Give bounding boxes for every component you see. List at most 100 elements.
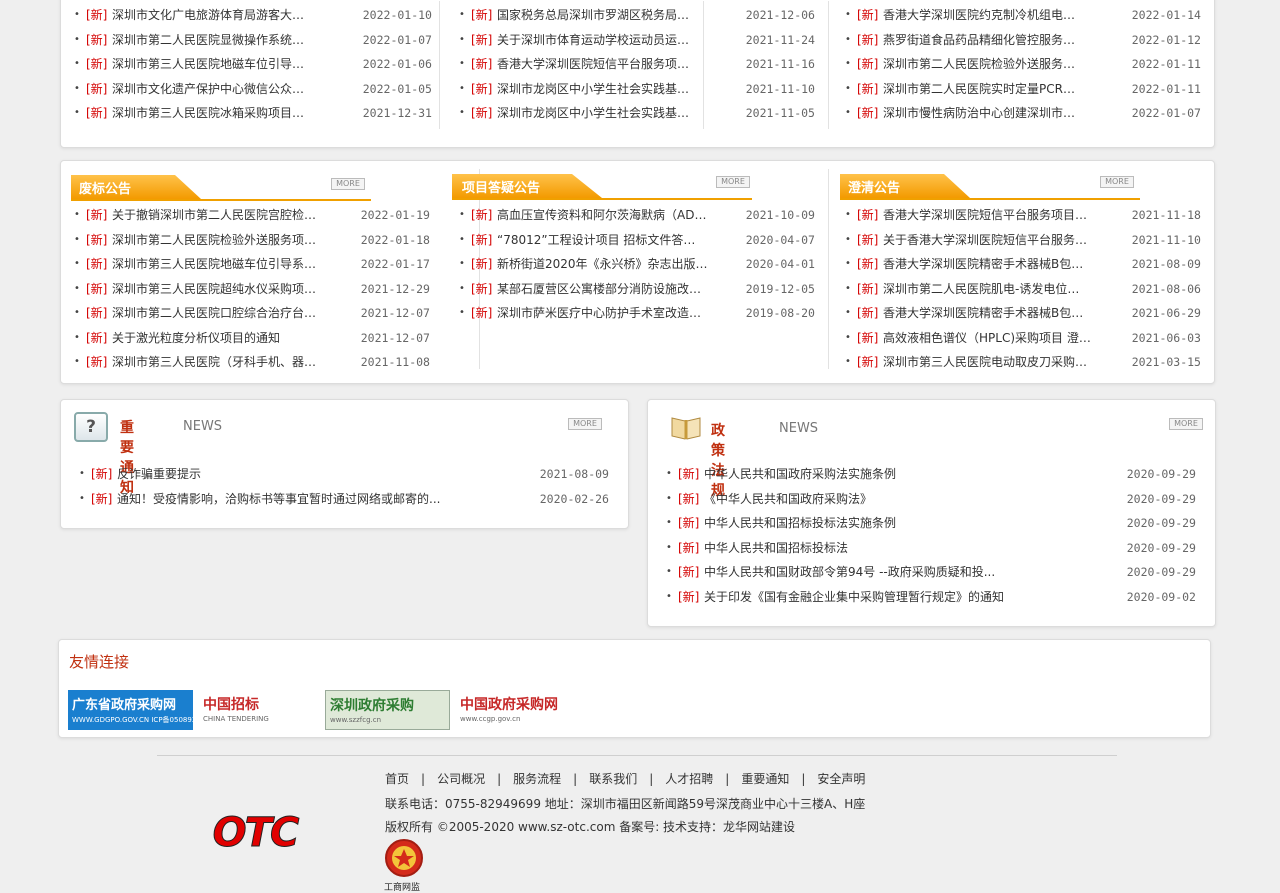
news-title-link[interactable]: 关于撤销深圳市第二人民医院宫腔检…	[112, 203, 316, 228]
list-item[interactable]: • [新] 中华人民共和国招标投标法实施条例 2020-09-29	[666, 511, 1196, 536]
list-item[interactable]: • [新] 深圳市龙岗区中小学生社会实践基… 2021-11-05	[459, 101, 815, 126]
list-item[interactable]: • [新] 深圳市第二人民医院显微操作系统… 2022-01-07	[74, 28, 432, 53]
list-item[interactable]: • [新] 高血压宣传资料和阿尔茨海默病（AD… 2021-10-09	[459, 203, 815, 228]
list-item[interactable]: • [新] 深圳市第二人民医院实时定量PCR… 2022-01-11	[845, 77, 1201, 102]
news-title-link[interactable]: 深圳市文化广电旅游体育局游客大…	[112, 3, 304, 28]
list-item[interactable]: • [新] 香港大学深圳医院约克制冷机组电… 2022-01-14	[845, 3, 1201, 28]
footer-link[interactable]: 人才招聘	[665, 772, 713, 786]
list-item[interactable]: • [新] 国家税务总局深圳市罗湖区税务局… 2021-12-06	[459, 3, 815, 28]
news-title-link[interactable]: 高血压宣传资料和阿尔茨海默病（AD…	[497, 203, 706, 228]
list-item[interactable]: • [新] 香港大学深圳医院短信平台服务项目… 2021-11-18	[845, 203, 1201, 228]
friend-logo-link[interactable]: 中国政府采购网 www.ccgp.gov.cn	[456, 690, 581, 730]
news-title-link[interactable]: 关于激光粒度分析仪项目的通知	[112, 326, 280, 351]
tab-qa-announcement[interactable]: 项目答疑公告	[452, 174, 752, 200]
list-item[interactable]: • [新] 深圳市第三人民医院地磁车位引导系… 2022-01-17	[74, 252, 430, 277]
tab-clarification[interactable]: 澄清公告	[840, 174, 1140, 200]
footer-link[interactable]: 重要通知	[741, 772, 789, 786]
news-title-link[interactable]: 深圳市第二人民医院实时定量PCR…	[883, 77, 1075, 102]
news-title-link[interactable]: 深圳市文化遗产保护中心微信公众…	[112, 77, 304, 102]
list-item[interactable]: • [新] 某部石厦营区公寓楼部分消防设施改… 2019-12-05	[459, 277, 815, 302]
list-item[interactable]: • [新] 中华人民共和国财政部令第94号 --政府采购质疑和投... 2020-09…	[666, 560, 1196, 585]
more-button[interactable]: MORE	[716, 176, 750, 188]
list-item[interactable]: • [新] 深圳市慢性病防治中心创建深圳市… 2022-01-07	[845, 101, 1201, 126]
news-title-link[interactable]: 某部石厦营区公寓楼部分消防设施改…	[497, 277, 701, 302]
news-title-link[interactable]: 香港大学深圳医院约克制冷机组电…	[883, 3, 1075, 28]
list-item[interactable]: • [新] 通知！受疫情影响，洽购标书等事宜暂时通过网络或邮寄的... 2020-02…	[79, 487, 609, 512]
news-title-link[interactable]: 关于香港大学深圳医院短信平台服务…	[883, 228, 1087, 253]
footer-link[interactable]: 安全声明	[817, 772, 865, 786]
news-title-link[interactable]: 深圳市第三人民医院电动取皮刀采购…	[883, 350, 1087, 375]
footer-link[interactable]: 公司概况	[437, 772, 485, 786]
news-title-link[interactable]: 高效液相色谱仪（HPLC)采购项目 澄…	[883, 326, 1091, 351]
list-item[interactable]: • [新] 关于香港大学深圳医院短信平台服务… 2021-11-10	[845, 228, 1201, 253]
list-item[interactable]: • [新] 《中华人民共和国政府采购法》 2020-09-29	[666, 487, 1196, 512]
friend-logo-link[interactable]: 中国招标 CHINA TENDERING	[199, 690, 319, 730]
news-title-link[interactable]: 深圳市第二人民医院显微操作系统…	[112, 28, 304, 53]
news-title-link[interactable]: 深圳市第二人民医院肌电-诱发电位…	[883, 277, 1079, 302]
news-title-link[interactable]: 中华人民共和国政府采购法实施条例	[704, 462, 896, 487]
business-license-badge[interactable]: 工商网监	[382, 838, 426, 893]
news-title-link[interactable]: 反诈骗重要提示	[117, 462, 201, 487]
list-item[interactable]: • [新] 关于激光粒度分析仪项目的通知 2021-12-07	[74, 326, 430, 351]
list-item[interactable]: • [新] 深圳市萨米医疗中心防护手术室改造… 2019-08-20	[459, 301, 815, 326]
list-item[interactable]: • [新] 香港大学深圳医院短信平台服务项… 2021-11-16	[459, 52, 815, 77]
news-title-link[interactable]: 深圳市慢性病防治中心创建深圳市…	[883, 101, 1075, 126]
footer-link[interactable]: 首页	[385, 772, 409, 786]
news-title-link[interactable]: 深圳市第三人民医院冰箱采购项目…	[112, 101, 304, 126]
list-item[interactable]: • [新] 关于撤销深圳市第二人民医院宫腔检… 2022-01-19	[74, 203, 430, 228]
list-item[interactable]: • [新] 深圳市第三人民医院超纯水仪采购项… 2021-12-29	[74, 277, 430, 302]
news-title-link[interactable]: 深圳市龙岗区中小学生社会实践基…	[497, 101, 689, 126]
list-item[interactable]: • [新] 深圳市文化广电旅游体育局游客大… 2022-01-10	[74, 3, 432, 28]
list-item[interactable]: • [新] 关于印发《国有金融企业集中采购管理暂行规定》的通知 2020-09-02	[666, 585, 1196, 610]
news-title-link[interactable]: 深圳市萨米医疗中心防护手术室改造…	[497, 301, 701, 326]
more-button[interactable]: MORE	[1169, 418, 1203, 430]
list-item[interactable]: • [新] 深圳市第三人民医院电动取皮刀采购… 2021-03-15	[845, 350, 1201, 375]
list-item[interactable]: • [新] 深圳市第三人民医院冰箱采购项目… 2021-12-31	[74, 101, 432, 126]
list-item[interactable]: • [新] 反诈骗重要提示 2021-08-09	[79, 462, 609, 487]
news-title-link[interactable]: 深圳市第三人民医院地磁车位引导系…	[112, 252, 316, 277]
news-title-link[interactable]: 深圳市第二人民医院检验外送服务…	[883, 52, 1075, 77]
list-item[interactable]: • [新] “78012”工程设计项目 招标文件答… 2020-04-07	[459, 228, 815, 253]
news-title-link[interactable]: 深圳市第二人民医院口腔综合治疗台…	[112, 301, 316, 326]
footer-link[interactable]: 服务流程	[513, 772, 561, 786]
list-item[interactable]: • [新] 深圳市第二人民医院检验外送服务项… 2022-01-18	[74, 228, 430, 253]
list-item[interactable]: • [新] 深圳市第二人民医院检验外送服务… 2022-01-11	[845, 52, 1201, 77]
news-title-link[interactable]: 燕罗街道食品药品精细化管控服务…	[883, 28, 1075, 53]
list-item[interactable]: • [新] 香港大学深圳医院精密手术器械B包… 2021-08-09	[845, 252, 1201, 277]
news-title-link[interactable]: 深圳市第三人民医院超纯水仪采购项…	[112, 277, 316, 302]
list-item[interactable]: • [新] 燕罗街道食品药品精细化管控服务… 2022-01-12	[845, 28, 1201, 53]
news-title-link[interactable]: 香港大学深圳医院短信平台服务项…	[497, 52, 689, 77]
list-item[interactable]: • [新] 中华人民共和国政府采购法实施条例 2020-09-29	[666, 462, 1196, 487]
news-title-link[interactable]: 香港大学深圳医院短信平台服务项目…	[883, 203, 1087, 228]
news-title-link[interactable]: 深圳市第三人民医院地磁车位引导…	[112, 52, 304, 77]
tab-bid-cancellation[interactable]: 废标公告	[71, 175, 371, 201]
list-item[interactable]: • [新] 深圳市文化遗产保护中心微信公众… 2022-01-05	[74, 77, 432, 102]
news-title-link[interactable]: 关于印发《国有金融企业集中采购管理暂行规定》的通知	[704, 585, 1004, 610]
list-item[interactable]: • [新] 深圳市第二人民医院肌电-诱发电位… 2021-08-06	[845, 277, 1201, 302]
news-title-link[interactable]: 深圳市龙岗区中小学生社会实践基…	[497, 77, 689, 102]
news-title-link[interactable]: 深圳市第二人民医院检验外送服务项…	[112, 228, 316, 253]
news-title-link[interactable]: 关于深圳市体育运动学校运动员运…	[497, 28, 689, 53]
list-item[interactable]: • [新] 高效液相色谱仪（HPLC)采购项目 澄… 2021-06-03	[845, 326, 1201, 351]
list-item[interactable]: • [新] 深圳市龙岗区中小学生社会实践基… 2021-11-10	[459, 77, 815, 102]
more-button[interactable]: MORE	[568, 418, 602, 430]
more-button[interactable]: MORE	[1100, 176, 1134, 188]
list-item[interactable]: • [新] 深圳市第二人民医院口腔综合治疗台… 2021-12-07	[74, 301, 430, 326]
news-title-link[interactable]: 中华人民共和国财政部令第94号 --政府采购质疑和投...	[704, 560, 995, 585]
news-title-link[interactable]: 新桥街道2020年《永兴桥》杂志出版…	[497, 252, 708, 277]
news-title-link[interactable]: 中华人民共和国招标投标法实施条例	[704, 511, 896, 536]
friend-logo-link[interactable]: 广东省政府采购网 WWW.GDGPO.GOV.CN ICP备05089351	[68, 690, 205, 730]
footer-link[interactable]: 联系我们	[589, 772, 637, 786]
list-item[interactable]: • [新] 香港大学深圳医院精密手术器械B包… 2021-06-29	[845, 301, 1201, 326]
news-title-link[interactable]: 通知！受疫情影响，洽购标书等事宜暂时通过网络或邮寄的...	[117, 487, 440, 512]
list-item[interactable]: • [新] 深圳市第三人民医院地磁车位引导… 2022-01-06	[74, 52, 432, 77]
more-button[interactable]: MORE	[331, 178, 365, 190]
news-title-link[interactable]: 《中华人民共和国政府采购法》	[704, 487, 872, 512]
news-title-link[interactable]: 深圳市第三人民医院（牙科手机、器…	[112, 350, 316, 375]
friend-logo-link[interactable]: 深圳政府采购 www.szzfcg.cn	[325, 690, 450, 730]
list-item[interactable]: • [新] 关于深圳市体育运动学校运动员运… 2021-11-24	[459, 28, 815, 53]
news-title-link[interactable]: “78012”工程设计项目 招标文件答…	[497, 228, 695, 253]
news-title-link[interactable]: 国家税务总局深圳市罗湖区税务局…	[497, 3, 689, 28]
list-item[interactable]: • [新] 新桥街道2020年《永兴桥》杂志出版… 2020-04-01	[459, 252, 815, 277]
list-item[interactable]: • [新] 中华人民共和国招标投标法 2020-09-29	[666, 536, 1196, 561]
